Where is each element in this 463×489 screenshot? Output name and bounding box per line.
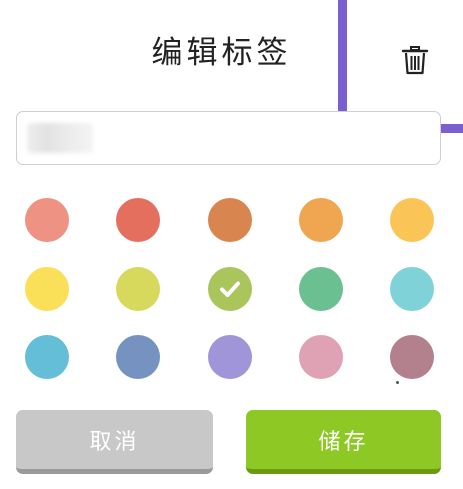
color-swatch[interactable] [116, 335, 160, 379]
tag-name-input[interactable] [17, 112, 440, 164]
color-swatch[interactable] [299, 198, 343, 242]
color-swatch[interactable] [116, 198, 160, 242]
color-swatch[interactable] [208, 198, 252, 242]
color-swatch[interactable] [390, 335, 434, 379]
tag-name-field[interactable] [16, 111, 441, 165]
color-swatch[interactable] [390, 267, 434, 311]
color-swatch[interactable] [25, 198, 69, 242]
color-swatch[interactable] [116, 267, 160, 311]
page-title: 编辑标签 [151, 35, 292, 71]
color-swatch[interactable] [299, 267, 343, 311]
color-swatch[interactable] [25, 335, 69, 379]
color-swatch[interactable] [390, 198, 434, 242]
checkmark-icon [220, 281, 240, 297]
delete-button[interactable] [400, 44, 430, 76]
save-button[interactable]: 储存 [246, 410, 441, 474]
stray-dot [396, 381, 399, 384]
edit-tag-dialog: 编辑标签 取消 储存 [0, 0, 463, 489]
color-swatch[interactable] [25, 267, 69, 311]
trash-icon [401, 46, 429, 75]
color-swatch[interactable] [208, 335, 252, 379]
color-swatch[interactable] [208, 267, 252, 311]
color-swatch[interactable] [299, 335, 343, 379]
cancel-button[interactable]: 取消 [16, 410, 213, 474]
